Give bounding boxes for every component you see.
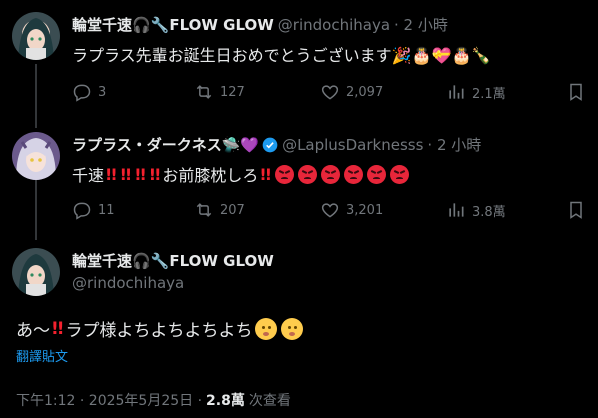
view-count: 3.8萬 — [472, 204, 506, 220]
reply-icon — [73, 202, 91, 220]
views-icon — [449, 85, 464, 99]
reply-count: 11 — [98, 202, 115, 218]
post-time[interactable]: · 2 小時 — [427, 134, 481, 155]
reply-count: 3 — [98, 84, 107, 100]
views-icon — [449, 203, 464, 217]
tweet-text: ラプラス先輩お誕生日おめでとうございます🎉🎂💝🎂🍾 — [72, 46, 492, 65]
angry-face-icon — [367, 164, 386, 184]
tweet-text: 千速 !! !! !! !! お前膝枕しろ !! — [72, 162, 411, 186]
like-count: 3,201 — [346, 202, 384, 218]
exclamation-icon: !! — [148, 164, 162, 184]
author-name[interactable]: 輪堂千速🎧🔧FLOW GLOW — [72, 14, 274, 35]
author-name[interactable]: 輪堂千速🎧🔧FLOW GLOW — [72, 250, 274, 271]
views-button[interactable]: 3.8萬 — [446, 200, 506, 220]
bookmark-button[interactable] — [566, 82, 592, 102]
exclamation-icon: !! — [259, 164, 272, 184]
angry-face-icon — [275, 164, 294, 184]
heart-icon — [321, 203, 339, 218]
retweet-count: 207 — [220, 202, 245, 218]
like-button[interactable]: 2,097 — [320, 82, 383, 102]
tweet-text-prefix: あ～ — [16, 321, 50, 341]
post-time[interactable]: · 2 小時 — [394, 14, 448, 35]
retweet-icon — [196, 203, 212, 217]
retweet-count: 127 — [220, 84, 245, 100]
view-count-label: 次查看 — [248, 393, 291, 409]
tweet-text-main: お前膝枕しろ — [162, 166, 259, 185]
like-count: 2,097 — [346, 84, 384, 100]
reply-button[interactable]: 11 — [72, 200, 115, 220]
like-button[interactable]: 3,201 — [320, 200, 383, 220]
retweet-icon — [196, 85, 212, 99]
tweet-text: あ～ !! ラプ様よちよちよちよち — [16, 316, 305, 341]
exclamation-icon: !! — [134, 164, 147, 184]
action-bar: 11 207 3,201 3.8萬 — [72, 200, 592, 224]
angry-face-icon — [390, 164, 409, 184]
translate-link[interactable]: 翻譯貼文 — [16, 346, 68, 365]
author-handle[interactable]: @rindochihaya — [72, 274, 184, 292]
baby-face-icon — [280, 317, 303, 340]
author-handle[interactable]: @LaplusDarknesss — [282, 136, 423, 154]
retweet-button[interactable]: 207 — [194, 200, 245, 220]
angry-face-icon — [298, 164, 317, 184]
retweet-button[interactable]: 127 — [194, 82, 245, 102]
avatar[interactable] — [12, 132, 60, 180]
exclamation-icon: !! — [119, 164, 133, 184]
views-button[interactable]: 2.1萬 — [446, 82, 506, 102]
reply-tweet-1[interactable]: 輪堂千速🎧🔧FLOW GLOW @rindochihaya · 2 小時 ラプラ… — [0, 0, 598, 120]
tweet-text-main: ラプ様よちよちよちよち — [65, 321, 253, 341]
author-name[interactable]: ラプラス・ダークネス🛸💜 — [72, 134, 259, 155]
tweet-text-prefix: 千速 — [72, 166, 105, 185]
reply-tweet-2[interactable]: ラプラス・ダークネス🛸💜 @LaplusDarknesss · 2 小時 千速 … — [0, 120, 598, 236]
reply-button[interactable]: 3 — [72, 82, 106, 102]
angry-face-icon — [344, 164, 363, 184]
bookmark-icon — [570, 201, 582, 219]
avatar[interactable] — [12, 12, 60, 60]
exclamation-icon: !! — [105, 164, 118, 184]
angry-face-icon — [321, 164, 340, 184]
post-meta: 下午1:12 · 2025年5月25日 · 2.8萬 次查看 — [16, 390, 291, 410]
reply-icon — [73, 84, 91, 102]
bookmark-button[interactable] — [566, 200, 592, 220]
avatar[interactable] — [12, 248, 60, 296]
view-count: 2.8萬 — [206, 393, 245, 409]
bookmark-icon — [570, 83, 582, 101]
post-timestamp[interactable]: 下午1:12 · 2025年5月25日 · — [16, 390, 202, 410]
exclamation-icon: !! — [51, 318, 64, 339]
heart-icon — [321, 85, 339, 100]
baby-face-icon — [254, 317, 277, 340]
view-count: 2.1萬 — [472, 86, 506, 102]
verified-badge-icon — [262, 137, 278, 152]
author-handle[interactable]: @rindochihaya — [278, 16, 390, 34]
action-bar: 3 127 2,097 2.1萬 — [72, 82, 592, 106]
